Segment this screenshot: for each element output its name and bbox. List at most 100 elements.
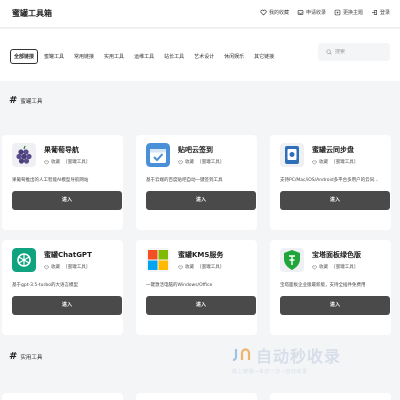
section-honeypot-tools: # 蜜罐工具 <box>9 95 42 106</box>
heart-icon <box>260 9 267 16</box>
site-card[interactable]: 蜜罐KMS服务 收藏 [蜜罐工具] 一键激活电脑的Windows/Office … <box>136 240 257 335</box>
enter-button[interactable]: 进入 <box>146 296 256 315</box>
enter-button[interactable]: 进入 <box>146 191 256 210</box>
watermark: 自动秒收录 做上链接→来访一次→自动收录 <box>232 343 341 375</box>
card-meta: 收藏 [蜜罐工具] <box>178 159 222 165</box>
tab-art-design[interactable]: 艺术设计 <box>190 49 218 64</box>
cloud-drive-icon <box>280 143 304 167</box>
favorite-label: 收藏 <box>51 265 60 270</box>
section-title: 实用工具 <box>20 354 43 361</box>
watermark-logo-icon <box>232 348 251 362</box>
card-description: 一键激活电脑的Windows/Office <box>146 283 213 288</box>
category-tag[interactable]: [蜜罐工具] <box>334 264 356 270</box>
tab-ops-tools[interactable]: 运维工具 <box>130 49 158 64</box>
category-tag[interactable]: [蜜罐工具] <box>200 159 222 165</box>
card-title[interactable]: 宝塔面板绿色版 <box>312 250 361 260</box>
enter-button[interactable]: 进入 <box>280 191 390 210</box>
favorite-button[interactable]: 收藏 <box>44 264 60 270</box>
site-card[interactable]: 蜜罐云同步盘 收藏 [蜜罐工具] 支持PC/Mac/iOS/Android多平台… <box>270 135 391 230</box>
hash-icon: # <box>9 351 18 362</box>
my-favorites-link[interactable]: 我的收藏 <box>260 9 289 16</box>
favorite-button[interactable]: 收藏 <box>178 159 194 165</box>
card-description: 基于云端的百度贴吧自动一键签到工具 <box>146 178 223 183</box>
change-theme-label: 更换主题 <box>342 10 363 16</box>
watermark-sub: 做上链接→来访一次→自动收录 <box>232 369 308 375</box>
card-meta: 收藏 [蜜罐工具] <box>44 264 88 270</box>
site-title[interactable]: 蜜罐工具箱 <box>12 8 52 19</box>
checkin-icon <box>146 143 170 167</box>
bt-panel-icon <box>280 248 304 272</box>
category-tabs: 全部链接 蜜罐工具 常用链接 实用工具 运维工具 站长工具 艺术设计 休闲娱乐 … <box>10 49 278 64</box>
favorite-button[interactable]: 收藏 <box>44 159 60 165</box>
category-tag[interactable]: [蜜罐工具] <box>66 264 88 270</box>
enter-button[interactable]: 进入 <box>12 191 122 210</box>
card-title[interactable]: 贴吧云签到 <box>178 145 213 155</box>
chatgpt-icon <box>12 248 36 272</box>
card-description: 果葡萄推出的人工智能AI模型导航网站 <box>12 178 89 183</box>
card-meta: 收藏 [蜜罐工具] <box>44 159 88 165</box>
card-meta: 收藏 [蜜罐工具] <box>312 159 356 165</box>
login-link[interactable]: 登录 <box>371 9 390 16</box>
card-meta: 收藏 [蜜罐工具] <box>312 264 356 270</box>
tab-entertainment[interactable]: 休闲娱乐 <box>220 49 248 64</box>
tab-other-links[interactable]: 其它链接 <box>250 49 278 64</box>
watermark-main: 自动秒收录 <box>232 343 341 367</box>
section-title: 蜜罐工具 <box>20 98 43 105</box>
favorite-label: 收藏 <box>319 160 328 165</box>
category-tag[interactable]: [蜜罐工具] <box>66 159 88 165</box>
enter-button[interactable]: 进入 <box>280 296 390 315</box>
favorite-button[interactable]: 收藏 <box>312 159 328 165</box>
card-description: 基于gpt-3.5-turbo的大语言模型 <box>12 283 78 288</box>
category-tag[interactable]: [蜜罐工具] <box>200 264 222 270</box>
card-description: 宝塔面板企业版最新版，支持全插件免费用 <box>280 283 366 288</box>
card-title[interactable]: 蜜罐云同步盘 <box>312 145 354 155</box>
favorite-label: 收藏 <box>185 265 194 270</box>
search-input[interactable] <box>335 49 387 55</box>
tab-utility-tools[interactable]: 实用工具 <box>100 49 128 64</box>
card-title[interactable]: 蜜罐ChatGPT <box>44 250 92 260</box>
heart-icon <box>178 160 183 165</box>
palette-icon <box>334 9 341 16</box>
heart-icon <box>312 160 317 165</box>
heart-icon <box>44 265 49 270</box>
hash-icon: # <box>9 95 18 106</box>
grape-icon <box>12 143 36 167</box>
favorite-button[interactable]: 收藏 <box>312 264 328 270</box>
login-icon <box>372 10 377 15</box>
section-utility-tools: # 实用工具 <box>9 351 42 362</box>
site-card-partial[interactable] <box>136 393 257 400</box>
tab-webmaster-tools[interactable]: 站长工具 <box>160 49 188 64</box>
submit-site-label: 申请收录 <box>305 10 326 16</box>
tab-all-links[interactable]: 全部链接 <box>10 49 39 64</box>
site-card-partial[interactable] <box>270 393 391 400</box>
tab-honeypot-tools[interactable]: 蜜罐工具 <box>40 49 68 64</box>
heart-icon <box>44 160 49 165</box>
tab-common-links[interactable]: 常用链接 <box>70 49 98 64</box>
card-description: 支持PC/Mac/iOS/Android多平台多用户的云同... <box>280 178 379 183</box>
category-tag[interactable]: [蜜罐工具] <box>334 159 356 165</box>
site-card[interactable]: 宝塔面板绿色版 收藏 [蜜罐工具] 宝塔面板企业版最新版，支持全插件免费用 进入 <box>270 240 391 335</box>
card-title[interactable]: 果葡萄导航 <box>44 145 79 155</box>
windows-icon <box>146 248 170 272</box>
inbox-icon <box>297 10 304 15</box>
submit-site-link[interactable]: 申请收录 <box>297 9 326 16</box>
favorite-label: 收藏 <box>319 265 328 270</box>
top-actions: 我的收藏 申请收录 更换主题 登录 <box>260 9 390 16</box>
category-nav: 全部链接 蜜罐工具 常用链接 实用工具 运维工具 站长工具 艺术设计 休闲娱乐 … <box>0 29 400 81</box>
top-header: 蜜罐工具箱 我的收藏 申请收录 更换主题 登录 <box>0 0 400 28</box>
site-card[interactable]: 贴吧云签到 收藏 [蜜罐工具] 基于云端的百度贴吧自动一键签到工具 进入 <box>136 135 257 230</box>
change-theme-link[interactable]: 更换主题 <box>334 9 363 16</box>
site-card[interactable]: 果葡萄导航 收藏 [蜜罐工具] 果葡萄推出的人工智能AI模型导航网站 进入 <box>2 135 123 230</box>
favorite-label: 收藏 <box>185 160 194 165</box>
watermark-main-text: 自动秒收录 <box>256 347 342 366</box>
card-title[interactable]: 蜜罐KMS服务 <box>178 250 223 260</box>
login-label: 登录 <box>379 10 390 16</box>
site-card[interactable]: 蜜罐ChatGPT 收藏 [蜜罐工具] 基于gpt-3.5-turbo的大语言模… <box>2 240 123 335</box>
search-box[interactable] <box>318 43 390 61</box>
favorite-button[interactable]: 收藏 <box>178 264 194 270</box>
heart-icon <box>312 265 317 270</box>
enter-button[interactable]: 进入 <box>12 296 122 315</box>
site-card-partial[interactable] <box>2 393 123 400</box>
my-favorites-label: 我的收藏 <box>268 10 289 16</box>
search-icon <box>326 49 332 55</box>
